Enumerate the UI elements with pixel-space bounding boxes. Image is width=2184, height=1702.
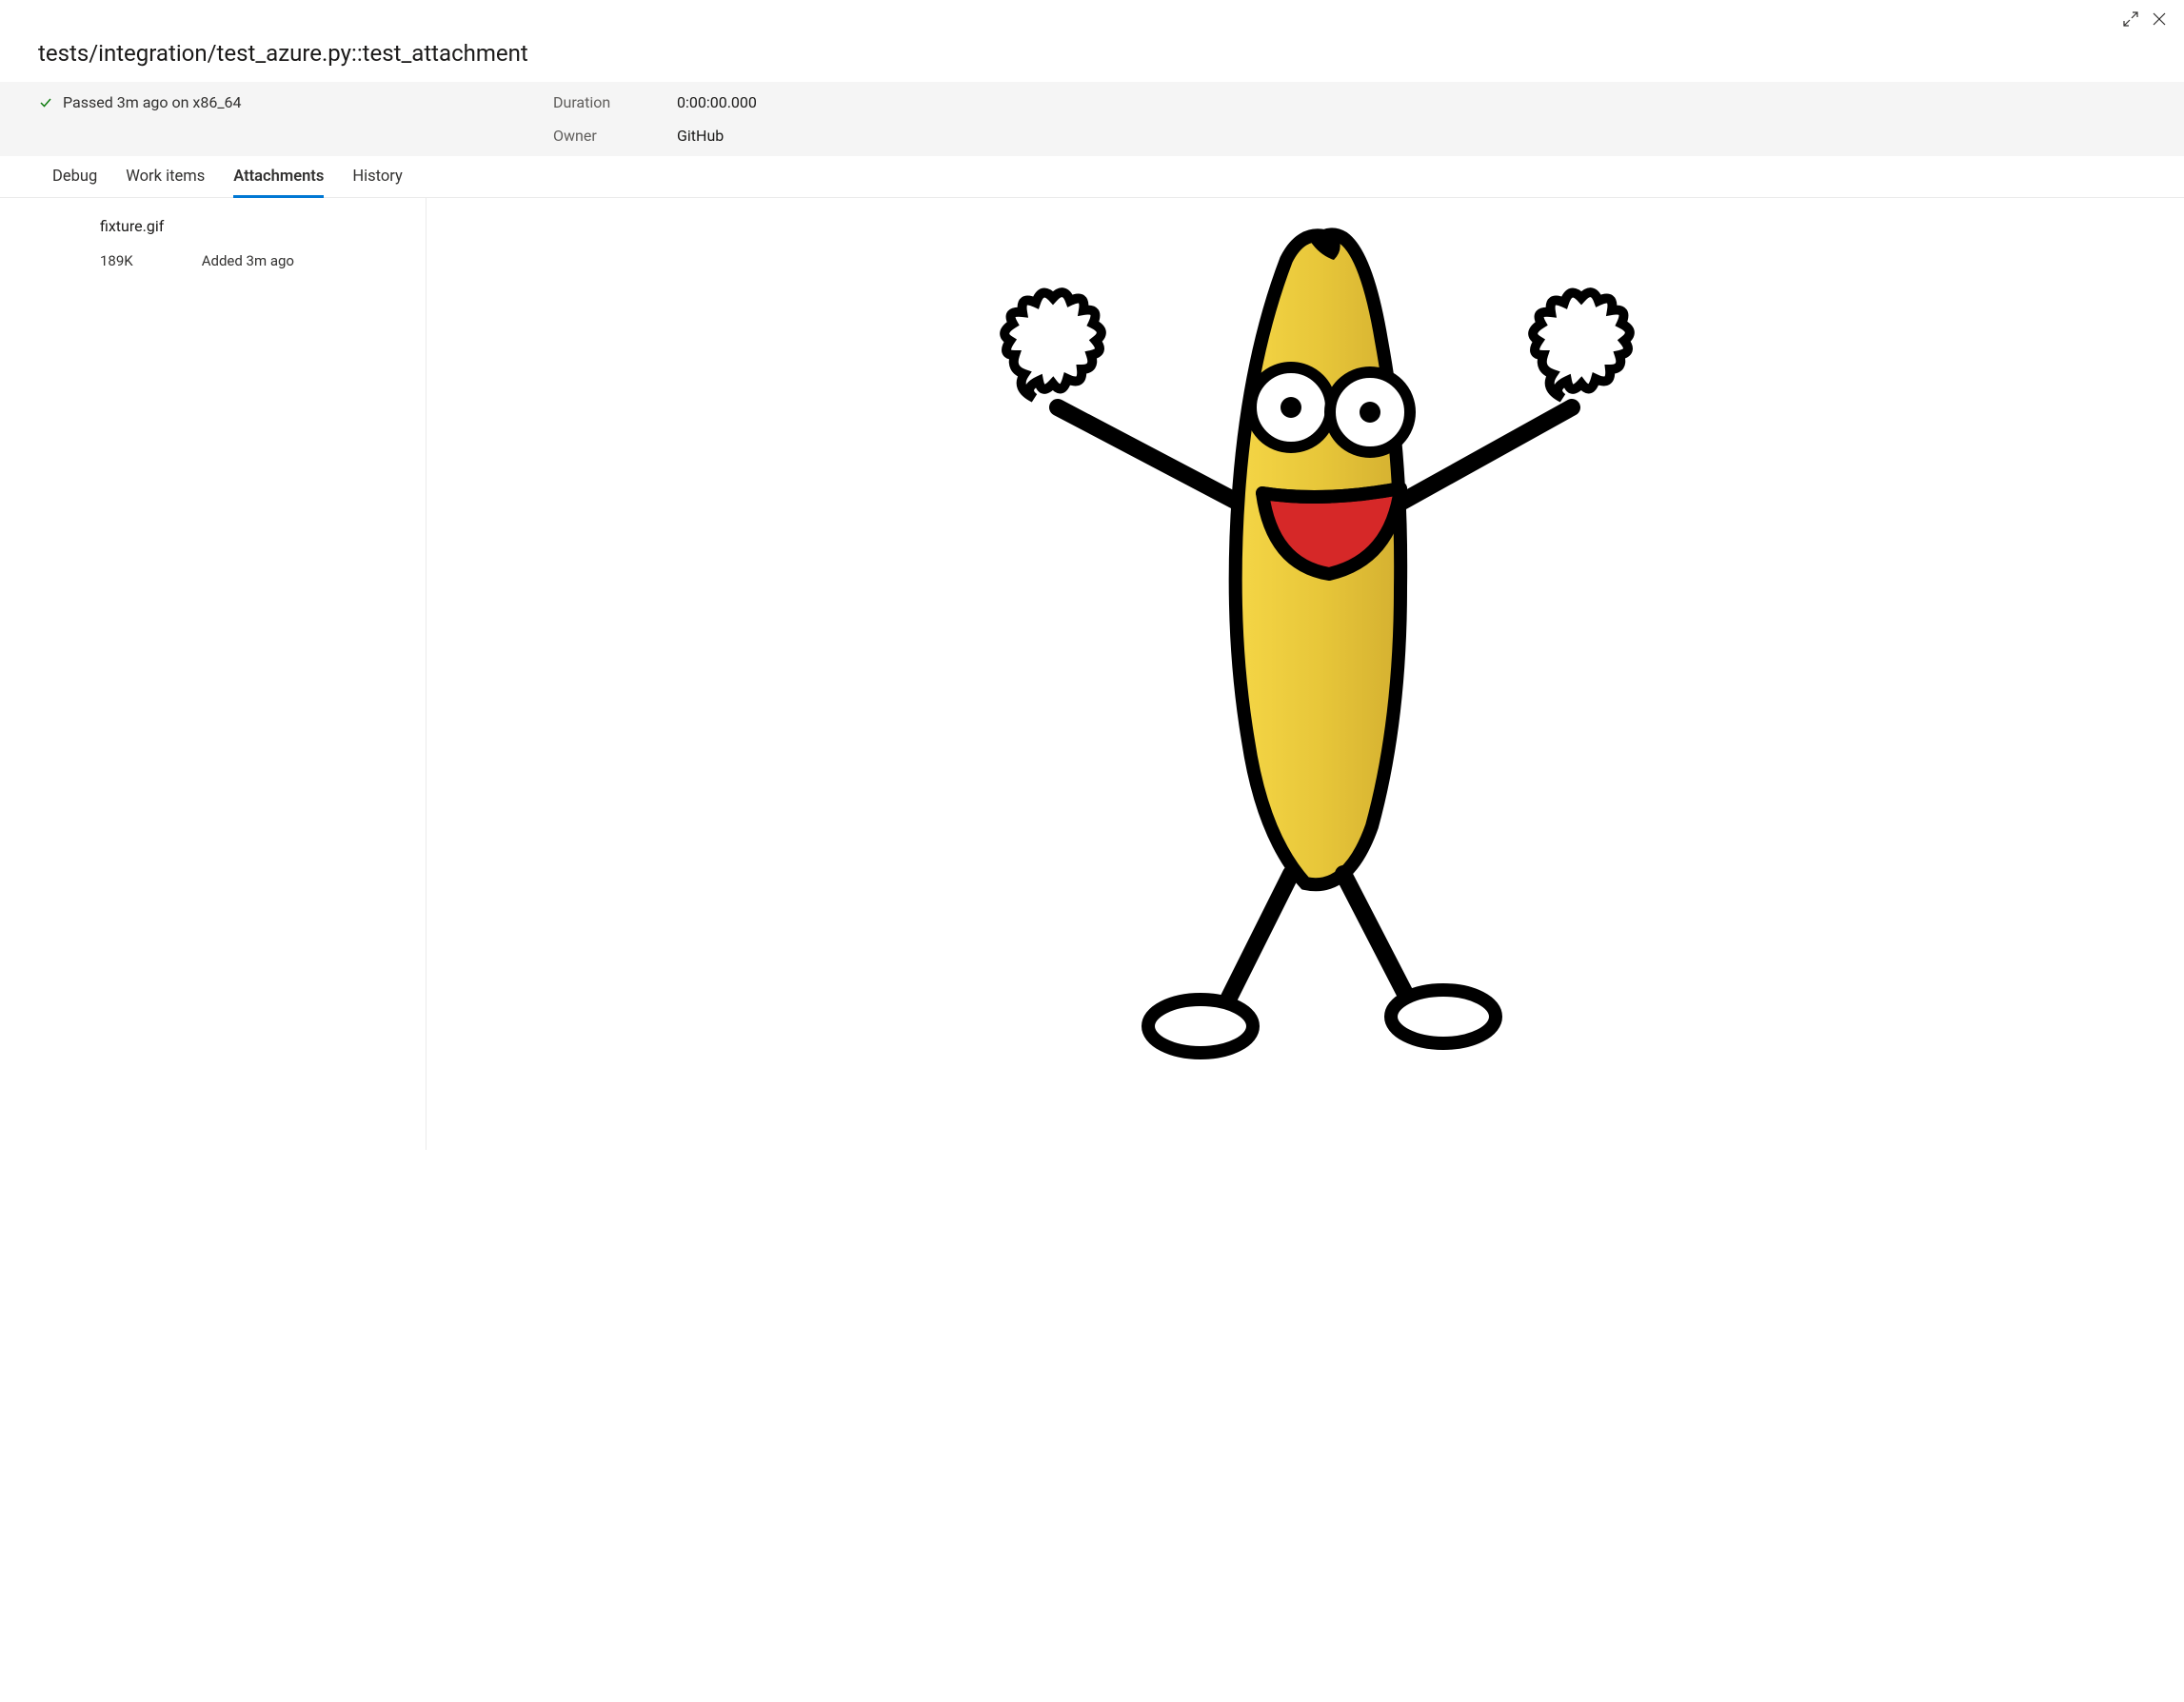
close-icon[interactable] [2150, 10, 2169, 29]
status-text: Passed 3m ago on x86_64 [63, 93, 242, 111]
attachment-meta: 189K Added 3m ago [100, 252, 387, 269]
tab-attachments[interactable]: Attachments [233, 168, 324, 198]
status-left: Passed 3m ago on x86_64 [38, 93, 553, 111]
preview-image [877, 208, 1734, 1064]
window-controls [0, 0, 2184, 32]
meta-label: Owner [553, 127, 677, 145]
meta-row-duration: Duration 0:00:00.000 [553, 93, 2146, 111]
tab-history[interactable]: History [352, 168, 403, 198]
expand-icon[interactable] [2121, 10, 2140, 29]
attachment-preview [427, 198, 2184, 1150]
meta-value: 0:00:00.000 [677, 93, 757, 111]
meta-row-owner: Owner GitHub [553, 127, 2146, 145]
tab-debug[interactable]: Debug [52, 168, 97, 198]
banana-cartoon-icon [924, 208, 1686, 1064]
content: fixture.gif 189K Added 3m ago [0, 198, 2184, 1150]
check-icon [38, 95, 53, 110]
attachment-added: Added 3m ago [202, 252, 294, 269]
tab-work-items[interactable]: Work items [126, 168, 205, 198]
attachment-size: 189K [100, 252, 133, 269]
meta-grid: Duration 0:00:00.000 Owner GitHub [553, 93, 2146, 145]
test-title: tests/integration/test_azure.py::test_at… [38, 40, 2146, 67]
header: tests/integration/test_azure.py::test_at… [0, 32, 2184, 82]
attachments-sidebar: fixture.gif 189K Added 3m ago [0, 198, 427, 1150]
attachment-item[interactable]: fixture.gif 189K Added 3m ago [0, 211, 426, 275]
attachment-name: fixture.gif [100, 217, 387, 235]
tabs: Debug Work items Attachments History [0, 156, 2184, 198]
status-bar: Passed 3m ago on x86_64 Duration 0:00:00… [0, 82, 2184, 156]
meta-label: Duration [553, 93, 677, 111]
meta-value: GitHub [677, 127, 724, 145]
